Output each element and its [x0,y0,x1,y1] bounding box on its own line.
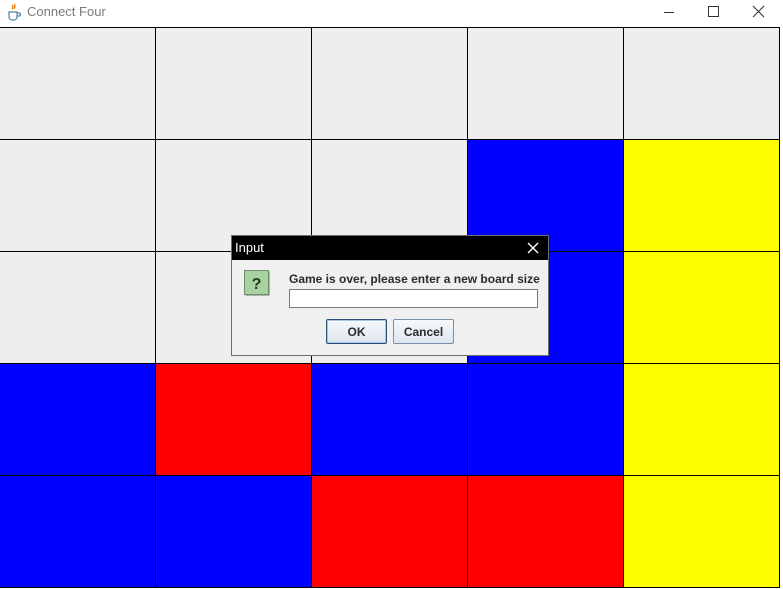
close-button[interactable] [736,0,781,27]
maximize-icon [708,6,719,17]
java-cup-icon [6,3,22,21]
board-cell-empty[interactable] [0,140,156,252]
window-titlebar: Connect Four [0,0,783,27]
ok-button[interactable]: OK [326,319,387,344]
board-cell-empty[interactable] [0,252,156,364]
question-icon: ? [243,269,271,297]
window-title: Connect Four [27,4,106,19]
board-cell-yellow[interactable] [624,252,780,364]
board-cell-red[interactable] [312,476,468,588]
minimize-button[interactable] [646,0,691,27]
board-cell-empty[interactable] [312,28,468,140]
svg-text:?: ? [252,276,262,293]
board-cell-blue[interactable] [312,364,468,476]
board-cell-yellow[interactable] [624,140,780,252]
dialog-title: Input [235,240,264,255]
board-cell-blue[interactable] [468,364,624,476]
board-cell-red[interactable] [468,476,624,588]
minimize-icon [664,12,674,13]
board-cell-empty[interactable] [624,28,780,140]
board-cell-empty[interactable] [156,28,312,140]
board-cell-red[interactable] [156,364,312,476]
board-cell-blue[interactable] [0,476,156,588]
input-dialog: Input ? Game is over, please enter a new… [231,235,549,356]
dialog-titlebar: Input [232,236,548,260]
board-cell-empty[interactable] [0,28,156,140]
board-cell-blue[interactable] [156,476,312,588]
close-icon [527,242,539,254]
close-icon [752,5,765,18]
dialog-message: Game is over, please enter a new board s… [289,272,540,286]
cancel-button[interactable]: Cancel [393,319,454,344]
board-cell-empty[interactable] [468,28,624,140]
maximize-button[interactable] [691,0,736,27]
board-size-input[interactable] [289,289,538,308]
board-cell-blue[interactable] [0,364,156,476]
dialog-close-button[interactable] [518,236,548,260]
board-cell-yellow[interactable] [624,476,780,588]
board-cell-yellow[interactable] [624,364,780,476]
